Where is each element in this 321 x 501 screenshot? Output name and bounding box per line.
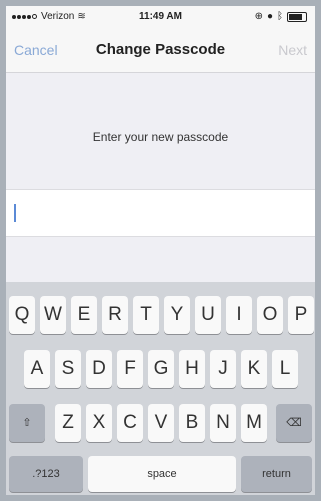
space-key[interactable]: space xyxy=(88,456,236,492)
key-x[interactable]: X xyxy=(86,404,112,442)
key-d[interactable]: D xyxy=(86,350,112,388)
key-l[interactable]: L xyxy=(272,350,298,388)
keyboard: Q W E R T Y U I O P A S D F G H J K L ⇧ Z X C V B N M ⌫ .?123 space re… xyxy=(6,282,315,495)
key-f[interactable]: F xyxy=(117,350,143,388)
status-right: ⊕ ● ᛒ xyxy=(255,11,307,22)
shift-key-icon[interactable]: ⇧ xyxy=(9,404,45,442)
next-button[interactable]: Next xyxy=(278,42,307,58)
key-w[interactable]: W xyxy=(40,296,66,334)
key-y[interactable]: Y xyxy=(164,296,190,334)
key-v[interactable]: V xyxy=(148,404,174,442)
key-a[interactable]: A xyxy=(24,350,50,388)
navigation-bar: Cancel Change Passcode Next xyxy=(6,28,315,73)
key-g[interactable]: G xyxy=(148,350,174,388)
key-c[interactable]: C xyxy=(117,404,143,442)
battery-icon xyxy=(287,11,307,22)
key-b[interactable]: B xyxy=(179,404,205,442)
numbers-key[interactable]: .?123 xyxy=(9,456,83,492)
key-n[interactable]: N xyxy=(210,404,236,442)
status-bar: Verizon ≋ 11:49 AM ⊕ ● ᛒ xyxy=(6,6,315,28)
page-title: Change Passcode xyxy=(95,41,226,58)
bluetooth-icon: ᛒ xyxy=(277,11,283,22)
key-i[interactable]: I xyxy=(226,296,252,334)
key-t[interactable]: T xyxy=(133,296,159,334)
key-p[interactable]: P xyxy=(288,296,314,334)
phone-screen: Verizon ≋ 11:49 AM ⊕ ● ᛒ Cancel Change P… xyxy=(6,6,315,495)
key-m[interactable]: M xyxy=(241,404,267,442)
key-e[interactable]: E xyxy=(71,296,97,334)
key-h[interactable]: H xyxy=(179,350,205,388)
text-cursor xyxy=(14,204,16,222)
key-r[interactable]: R xyxy=(102,296,128,334)
delete-key-icon[interactable]: ⌫ xyxy=(276,404,312,442)
key-u[interactable]: U xyxy=(195,296,221,334)
return-key[interactable]: return xyxy=(241,456,312,492)
key-q[interactable]: Q xyxy=(9,296,35,334)
key-s[interactable]: S xyxy=(55,350,81,388)
passcode-field[interactable] xyxy=(6,189,315,237)
key-j[interactable]: J xyxy=(210,350,236,388)
key-o[interactable]: O xyxy=(257,296,283,334)
key-z[interactable]: Z xyxy=(55,404,81,442)
orientation-lock-icon: ⊕ xyxy=(254,11,263,22)
key-k[interactable]: K xyxy=(241,350,267,388)
location-icon: ● xyxy=(266,11,273,22)
passcode-prompt: Enter your new passcode xyxy=(92,130,229,144)
